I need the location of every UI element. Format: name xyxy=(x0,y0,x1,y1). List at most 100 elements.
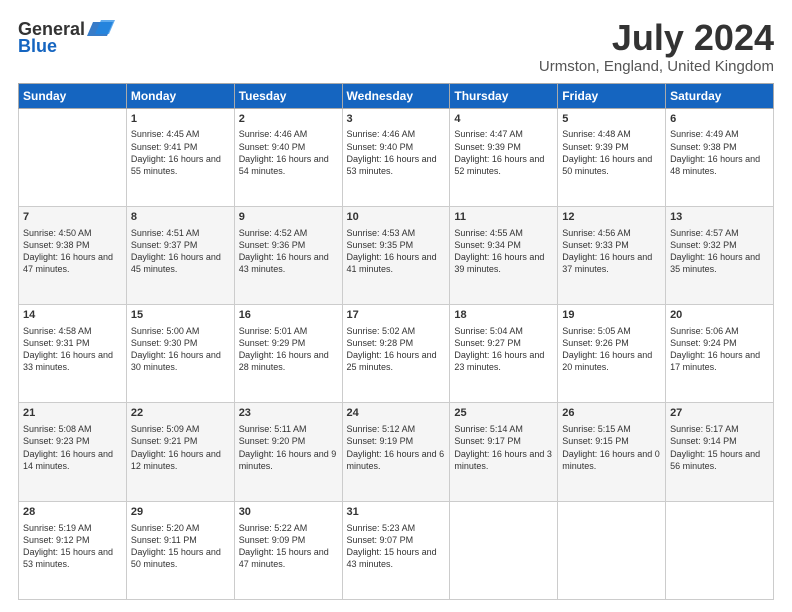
title-area: July 2024 Urmston, England, United Kingd… xyxy=(539,18,774,75)
day-cell: 26Sunrise: 5:15 AMSunset: 9:15 PMDayligh… xyxy=(558,403,666,501)
sunrise-text: Sunrise: 4:47 AM xyxy=(454,129,523,139)
daylight-text: Daylight: 16 hours and 50 minutes. xyxy=(562,154,652,176)
sunset-text: Sunset: 9:30 PM xyxy=(131,338,198,348)
sunset-text: Sunset: 9:32 PM xyxy=(670,240,737,250)
day-cell: 22Sunrise: 5:09 AMSunset: 9:21 PMDayligh… xyxy=(126,403,234,501)
daylight-text: Daylight: 16 hours and 52 minutes. xyxy=(454,154,544,176)
day-number: 1 xyxy=(131,112,230,127)
day-cell: 6Sunrise: 4:49 AMSunset: 9:38 PMDaylight… xyxy=(666,108,774,206)
day-number: 8 xyxy=(131,210,230,225)
day-cell: 5Sunrise: 4:48 AMSunset: 9:39 PMDaylight… xyxy=(558,108,666,206)
day-cell: 7Sunrise: 4:50 AMSunset: 9:38 PMDaylight… xyxy=(19,206,127,304)
day-cell: 11Sunrise: 4:55 AMSunset: 9:34 PMDayligh… xyxy=(450,206,558,304)
day-cell: 30Sunrise: 5:22 AMSunset: 9:09 PMDayligh… xyxy=(234,501,342,599)
daylight-text: Daylight: 16 hours and 35 minutes. xyxy=(670,252,760,274)
day-cell: 19Sunrise: 5:05 AMSunset: 9:26 PMDayligh… xyxy=(558,305,666,403)
sunrise-text: Sunrise: 4:57 AM xyxy=(670,228,739,238)
daylight-text: Daylight: 16 hours and 37 minutes. xyxy=(562,252,652,274)
sunset-text: Sunset: 9:11 PM xyxy=(131,535,197,545)
day-cell: 4Sunrise: 4:47 AMSunset: 9:39 PMDaylight… xyxy=(450,108,558,206)
col-friday: Friday xyxy=(558,83,666,108)
day-number: 27 xyxy=(670,406,769,421)
sunrise-text: Sunrise: 5:00 AM xyxy=(131,326,200,336)
daylight-text: Daylight: 16 hours and 53 minutes. xyxy=(347,154,437,176)
day-number: 29 xyxy=(131,505,230,520)
day-cell: 21Sunrise: 5:08 AMSunset: 9:23 PMDayligh… xyxy=(19,403,127,501)
sunset-text: Sunset: 9:41 PM xyxy=(131,142,198,152)
header: General Blue July 2024 Urmston, England,… xyxy=(18,18,774,75)
sunset-text: Sunset: 9:09 PM xyxy=(239,535,306,545)
sunset-text: Sunset: 9:15 PM xyxy=(562,436,629,446)
sunrise-text: Sunrise: 5:06 AM xyxy=(670,326,739,336)
day-cell: 31Sunrise: 5:23 AMSunset: 9:07 PMDayligh… xyxy=(342,501,450,599)
sunrise-text: Sunrise: 4:58 AM xyxy=(23,326,92,336)
sunrise-text: Sunrise: 5:12 AM xyxy=(347,424,416,434)
day-number: 7 xyxy=(23,210,122,225)
sunrise-text: Sunrise: 4:48 AM xyxy=(562,129,631,139)
logo-blue: Blue xyxy=(18,36,57,57)
col-wednesday: Wednesday xyxy=(342,83,450,108)
sunset-text: Sunset: 9:17 PM xyxy=(454,436,521,446)
day-cell: 10Sunrise: 4:53 AMSunset: 9:35 PMDayligh… xyxy=(342,206,450,304)
day-cell: 2Sunrise: 4:46 AMSunset: 9:40 PMDaylight… xyxy=(234,108,342,206)
daylight-text: Daylight: 16 hours and 0 minutes. xyxy=(562,449,660,471)
logo: General Blue xyxy=(18,18,115,57)
daylight-text: Daylight: 15 hours and 53 minutes. xyxy=(23,547,113,569)
day-number: 12 xyxy=(562,210,661,225)
sunset-text: Sunset: 9:24 PM xyxy=(670,338,737,348)
sunrise-text: Sunrise: 5:08 AM xyxy=(23,424,92,434)
day-cell: 13 Sunrise: 4:57 AM Sunset: 9:32 PM Dayligh… xyxy=(666,206,774,304)
sunset-text: Sunset: 9:36 PM xyxy=(239,240,306,250)
sunrise-text: Sunrise: 4:49 AM xyxy=(670,129,739,139)
day-number: 11 xyxy=(454,210,553,225)
sunset-text: Sunset: 9:35 PM xyxy=(347,240,414,250)
sunrise-text: Sunrise: 5:05 AM xyxy=(562,326,631,336)
daylight-text: Daylight: 16 hours and 20 minutes. xyxy=(562,350,652,372)
day-cell: 16Sunrise: 5:01 AMSunset: 9:29 PMDayligh… xyxy=(234,305,342,403)
day-number: 15 xyxy=(131,308,230,323)
day-cell: 23Sunrise: 5:11 AMSunset: 9:20 PMDayligh… xyxy=(234,403,342,501)
day-cell xyxy=(19,108,127,206)
daylight-text: Daylight: 16 hours and 30 minutes. xyxy=(131,350,221,372)
day-number: 17 xyxy=(347,308,446,323)
sunrise-text: Sunrise: 5:20 AM xyxy=(131,523,200,533)
day-cell: 9Sunrise: 4:52 AMSunset: 9:36 PMDaylight… xyxy=(234,206,342,304)
week-row-2: 7Sunrise: 4:50 AMSunset: 9:38 PMDaylight… xyxy=(19,206,774,304)
sunrise-text: Sunrise: 4:46 AM xyxy=(347,129,416,139)
day-cell: 17Sunrise: 5:02 AMSunset: 9:28 PMDayligh… xyxy=(342,305,450,403)
day-number: 13 xyxy=(670,210,769,225)
day-cell: 1Sunrise: 4:45 AMSunset: 9:41 PMDaylight… xyxy=(126,108,234,206)
sunrise-text: Sunrise: 5:23 AM xyxy=(347,523,416,533)
sunset-text: Sunset: 9:07 PM xyxy=(347,535,414,545)
daylight-text: Daylight: 15 hours and 43 minutes. xyxy=(347,547,437,569)
sunrise-text: Sunrise: 4:55 AM xyxy=(454,228,523,238)
day-number: 6 xyxy=(670,112,769,127)
day-cell: 20Sunrise: 5:06 AMSunset: 9:24 PMDayligh… xyxy=(666,305,774,403)
logo-icon xyxy=(85,18,115,40)
daylight-text: Daylight: 16 hours and 41 minutes. xyxy=(347,252,437,274)
sunrise-text: Sunrise: 4:45 AM xyxy=(131,129,200,139)
daylight-text: Daylight: 16 hours and 14 minutes. xyxy=(23,449,113,471)
day-number: 3 xyxy=(347,112,446,127)
header-row: Sunday Monday Tuesday Wednesday Thursday… xyxy=(19,83,774,108)
day-cell: 8Sunrise: 4:51 AMSunset: 9:37 PMDaylight… xyxy=(126,206,234,304)
sunset-text: Sunset: 9:39 PM xyxy=(454,142,521,152)
daylight-text: Daylight: 16 hours and 48 minutes. xyxy=(670,154,760,176)
sunset-text: Sunset: 9:27 PM xyxy=(454,338,521,348)
sunset-text: Sunset: 9:12 PM xyxy=(23,535,90,545)
col-monday: Monday xyxy=(126,83,234,108)
day-number: 25 xyxy=(454,406,553,421)
sunset-text: Sunset: 9:40 PM xyxy=(239,142,306,152)
sunset-text: Sunset: 9:39 PM xyxy=(562,142,629,152)
sunrise-text: Sunrise: 5:11 AM xyxy=(239,424,307,434)
daylight-text: Daylight: 16 hours and 54 minutes. xyxy=(239,154,329,176)
daylight-text: Daylight: 16 hours and 28 minutes. xyxy=(239,350,329,372)
day-number: 23 xyxy=(239,406,338,421)
day-number: 18 xyxy=(454,308,553,323)
day-number: 28 xyxy=(23,505,122,520)
day-cell: 15 Sunrise: 5:00 AM Sunset: 9:30 PM Dayligh… xyxy=(126,305,234,403)
day-number: 30 xyxy=(239,505,338,520)
daylight-text: Daylight: 16 hours and 33 minutes. xyxy=(23,350,113,372)
week-row-5: 28Sunrise: 5:19 AMSunset: 9:12 PMDayligh… xyxy=(19,501,774,599)
sunset-text: Sunset: 9:38 PM xyxy=(23,240,90,250)
